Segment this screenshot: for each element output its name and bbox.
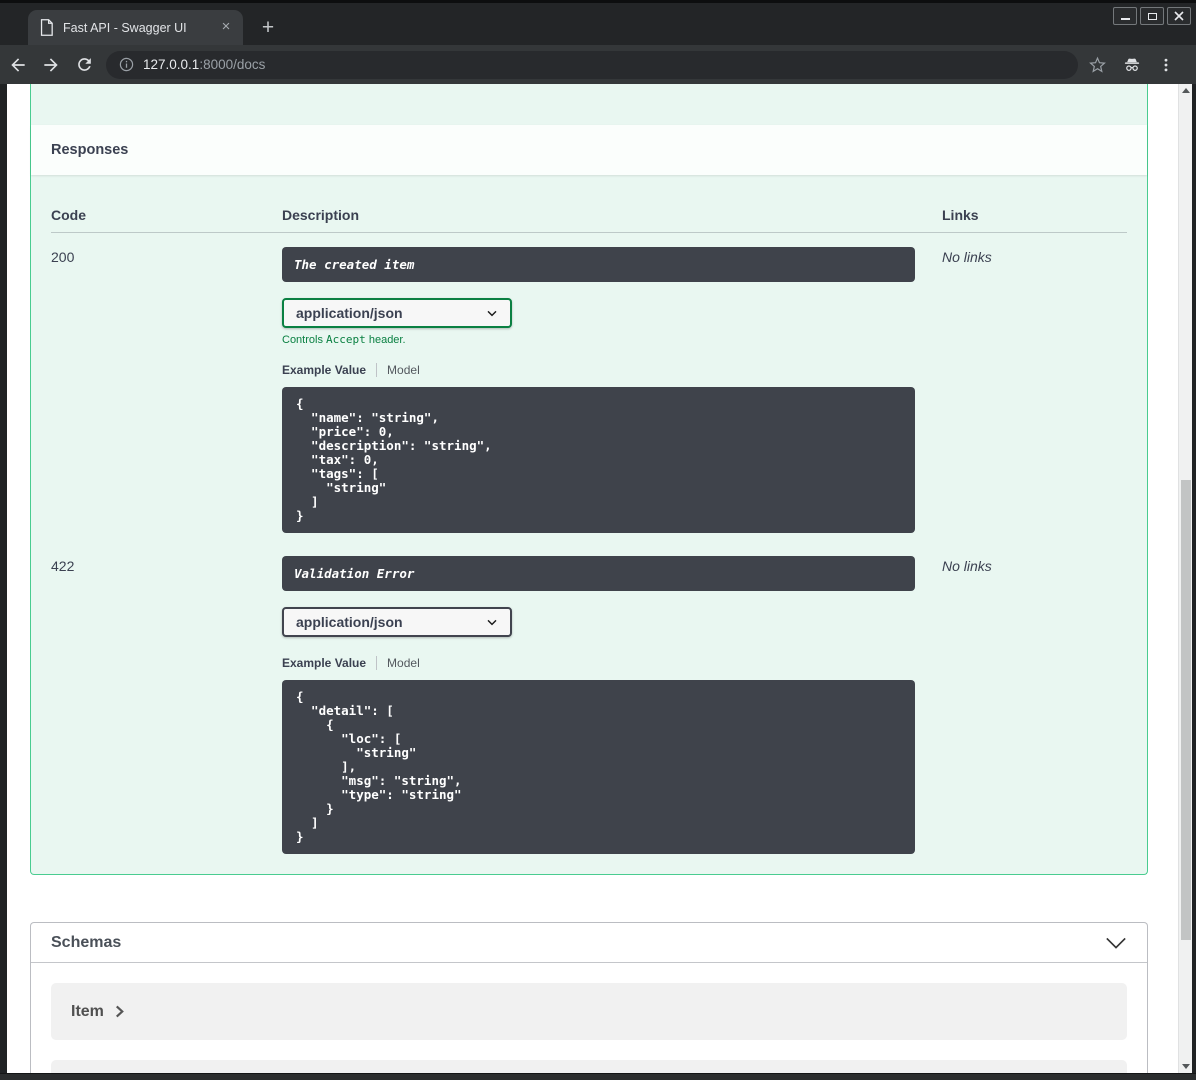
responses-title: Responses [51, 142, 129, 158]
column-header-links: Links [942, 207, 979, 223]
back-button[interactable] [3, 50, 33, 80]
reload-button[interactable] [69, 50, 99, 80]
incognito-icon[interactable] [1121, 55, 1143, 75]
window-controls [1113, 7, 1191, 25]
swagger-page: Responses Code Description Links 200 The… [7, 84, 1178, 1073]
example-json-block: { "detail": [ { "loc": [ "string" ], "ms… [282, 680, 915, 854]
media-type-select[interactable]: application/json [282, 298, 512, 328]
url-host: 127.0.0.1 [143, 57, 200, 72]
opblock-spacer [31, 84, 1147, 125]
model-validationerror[interactable]: ValidationError [51, 1060, 1127, 1073]
schemas-collapse-chevron-icon[interactable] [1105, 935, 1127, 951]
window-right-edge [1192, 84, 1196, 1080]
browser-toolbar: 127.0.0.1:8000/docs [0, 45, 1196, 84]
example-model-tabs: Example Value Model [282, 362, 942, 377]
controls-accept-note: Controls Accept header. [282, 333, 406, 346]
toolbar-right-icons [1088, 55, 1175, 75]
response-description-box: The created item [282, 247, 915, 282]
forward-button[interactable] [36, 50, 66, 80]
model-name: Item [71, 1002, 104, 1020]
responses-table-header: Code Description Links [51, 207, 1127, 233]
chevron-right-icon [114, 1005, 125, 1018]
scrollbar-up-arrow-icon[interactable] [1182, 88, 1190, 93]
tab-example-value[interactable]: Example Value [282, 363, 366, 377]
response-links: No links [942, 558, 992, 574]
model-item[interactable]: Item [51, 983, 1127, 1040]
tab-separator [376, 362, 378, 377]
tab-separator [376, 655, 378, 670]
url-text: 127.0.0.1:8000/docs [143, 57, 265, 72]
response-row-200: 200 The created item application/json Co… [51, 233, 1127, 542]
url-path: :8000/docs [199, 57, 266, 72]
tab-title: Fast API - Swagger UI [63, 20, 187, 35]
media-type-value: application/json [296, 305, 403, 321]
chevron-down-icon [484, 614, 500, 630]
tab-bar: Fast API - Swagger UI × + [0, 3, 1196, 45]
window-left-edge [0, 84, 7, 1080]
schemas-section: Schemas Item ValidationError [30, 922, 1148, 1073]
responses-section-header: Responses [31, 125, 1147, 175]
browser-tab[interactable]: Fast API - Swagger UI × [28, 10, 243, 45]
example-json-block: { "name": "string", "price": 0, "descrip… [282, 387, 915, 533]
new-tab-button[interactable]: + [256, 16, 280, 40]
response-row-422: 422 Validation Error application/json Ex… [51, 542, 1127, 854]
scrollbar-down-arrow-icon[interactable] [1182, 1064, 1190, 1069]
menu-dots-icon[interactable] [1157, 56, 1175, 74]
page-viewport: Responses Code Description Links 200 The… [7, 84, 1192, 1073]
minimize-button[interactable] [1113, 7, 1137, 25]
tab-close-icon[interactable]: × [217, 19, 235, 37]
response-description-cell: Validation Error application/json Exampl… [282, 556, 942, 854]
media-type-select[interactable]: application/json [282, 607, 512, 637]
site-info-icon[interactable] [118, 56, 135, 73]
response-description-text: Validation Error [294, 566, 415, 581]
response-code: 422 [51, 558, 75, 574]
post-opblock: Responses Code Description Links 200 The… [30, 84, 1148, 875]
scrollbar-thumb[interactable] [1181, 480, 1191, 940]
bookmark-star-icon[interactable] [1088, 55, 1107, 74]
close-button[interactable] [1167, 7, 1191, 25]
example-model-tabs: Example Value Model [282, 655, 942, 670]
vertical-scrollbar[interactable] [1178, 84, 1192, 1073]
schemas-body: Item ValidationError [31, 963, 1147, 1073]
column-header-description: Description [282, 207, 360, 223]
chevron-down-icon [484, 305, 500, 321]
tab-model[interactable]: Model [387, 656, 420, 670]
media-type-value: application/json [296, 614, 403, 630]
url-bar[interactable]: 127.0.0.1:8000/docs [106, 50, 1078, 79]
window-bottom-edge [0, 1073, 1196, 1080]
response-links: No links [942, 249, 992, 265]
schemas-title: Schemas [51, 933, 122, 951]
tab-model[interactable]: Model [387, 363, 420, 377]
favicon-document-icon [39, 19, 54, 36]
response-description-cell: The created item application/json Contro… [282, 247, 942, 533]
response-description-box: Validation Error [282, 556, 915, 591]
responses-table: Code Description Links 200 The created i… [31, 175, 1147, 874]
column-header-code: Code [51, 207, 86, 223]
tab-example-value[interactable]: Example Value [282, 656, 366, 670]
schemas-header[interactable]: Schemas [31, 923, 1147, 963]
response-description-text: The created item [294, 257, 415, 272]
browser-window: Fast API - Swagger UI × + 127.0.0.1:8000… [0, 0, 1196, 1080]
response-code: 200 [51, 249, 75, 265]
maximize-button[interactable] [1140, 7, 1164, 25]
